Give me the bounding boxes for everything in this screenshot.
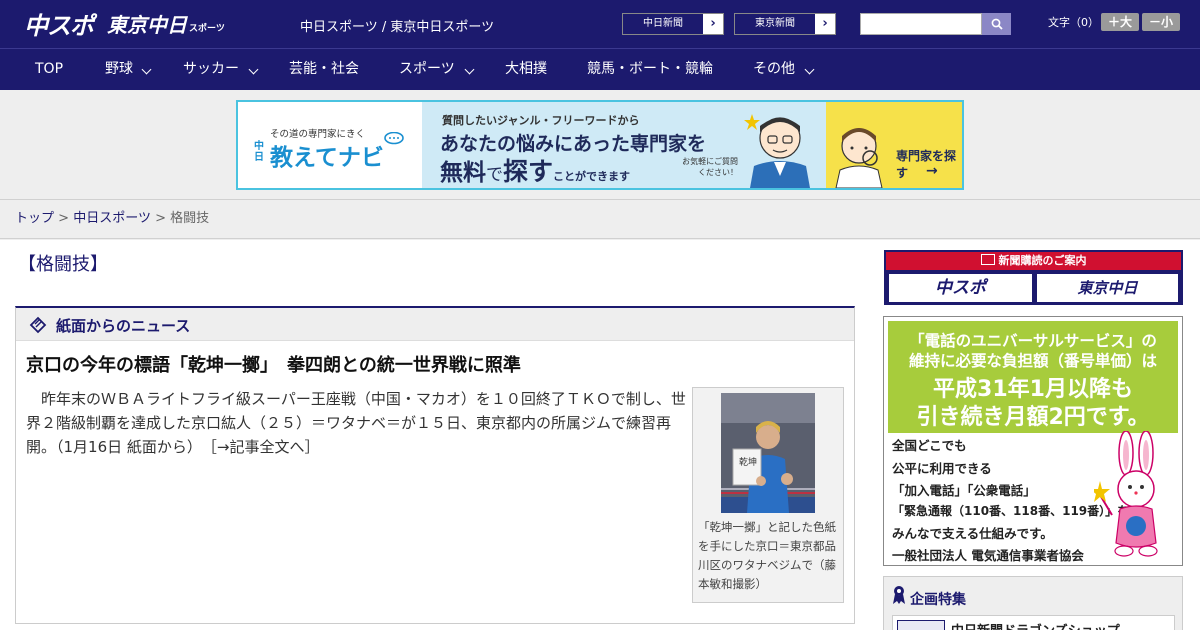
article-photo[interactable]: 乾坤: [721, 393, 815, 513]
feature-item-dragons-shop[interactable]: 中日新聞ドラゴンズショップ: [892, 615, 1175, 630]
breadcrumb-separator: >: [58, 211, 70, 226]
font-larger-button[interactable]: ＋大: [1101, 13, 1139, 31]
ad-headline-4: 引き続き月額2円です。: [916, 405, 1150, 430]
speech-bubble-icon: [384, 132, 404, 145]
logo-tokyo-chunichi: 東京中日: [107, 12, 187, 37]
banner-brand-prefix: 中日: [254, 141, 264, 163]
subscribe-tokyo-chunichi-button[interactable]: 東京中日: [1037, 274, 1178, 302]
nav-item-soccer[interactable]: サッカー: [183, 49, 239, 90]
article-title[interactable]: 京口の今年の標語「乾坤一擲」 拳四朗との統一世界戦に照準: [26, 351, 521, 377]
ad-headline-1: 「電話のユニバーサルサービス」の: [909, 332, 1157, 350]
article-more-link[interactable]: ［→記事全文へ］: [209, 438, 319, 456]
feature-label: 企画特集: [910, 592, 966, 608]
subscribe-chuspo-button[interactable]: 中スポ: [889, 274, 1032, 302]
main-nav: TOP 野球 サッカー 芸能・社会 スポーツ 大相撲 競馬・ボート・競輪 その他: [0, 48, 1200, 90]
site-logo[interactable]: 中スポ 東京中日 スポーツ: [24, 8, 225, 40]
logo-chuspo: 中スポ: [24, 11, 94, 40]
banner-cta[interactable]: 専門家を探す →: [826, 102, 962, 188]
rabbit-mascot-icon: [1094, 431, 1158, 557]
expert-illustration-icon: [744, 114, 810, 188]
nav-item-racing[interactable]: 競馬・ボート・競輪: [587, 49, 713, 90]
ad-line-5: みんなで支える仕組みです。: [892, 526, 1053, 541]
chevron-right-icon: ›: [822, 16, 828, 31]
ribbon-icon: [893, 586, 905, 604]
ad-banner-area: その道の専門家にきく 中日 教えてナビ 質問したいジャンル・フリーワードから あ…: [0, 90, 1200, 200]
newspaper-icon: [980, 254, 995, 265]
nav-item-other[interactable]: その他: [753, 49, 795, 90]
search-input[interactable]: [860, 13, 982, 35]
chevron-right-icon: ›: [710, 16, 716, 31]
header-title: 中日スポーツ / 東京中日スポーツ: [300, 20, 495, 35]
breadcrumb-separator: >: [155, 211, 166, 226]
nav-item-top[interactable]: TOP: [35, 49, 63, 90]
banner-line1: 質問したいジャンル・フリーワードから: [442, 114, 640, 127]
tokyo-shimbun-link[interactable]: 東京新聞 ›: [734, 13, 836, 35]
nav-item-baseball[interactable]: 野球: [105, 49, 133, 90]
chevron-down-icon: [141, 64, 152, 75]
feature-box: 企画特集 中日新聞ドラゴンズショップ: [883, 576, 1183, 630]
photo-caption: 「乾坤一擲」と記した色紙を手にした京口＝東京都品川区のワタナベジムで（藤本敏和撮…: [698, 520, 836, 591]
breadcrumb-section[interactable]: 中日スポーツ: [73, 211, 151, 226]
news-box-label: 紙面からのニュース: [56, 317, 191, 335]
article-photo-box: 乾坤 「乾坤一擲」と記した色紙を手にした京口＝東京都品川区のワタナベジムで（藤本…: [692, 387, 844, 603]
ad-line-3: 「加入電話」「公衆電話」: [892, 483, 1036, 498]
article-body: 昨年末のＷＢＡライトフライ級スーパー王座戦（中国・マカオ）を１０回終了ＴＫＯで制…: [26, 390, 686, 456]
ad-line-6: 一般社団法人 電気通信事業者協会: [892, 548, 1084, 563]
ad-line-2: 公平に利用できる: [892, 461, 992, 476]
banner-note: お気軽にご質問ください！: [682, 157, 738, 177]
shop-thumbnail: [897, 620, 945, 630]
banner-brand: その道の専門家にきく 中日 教えてナビ: [238, 102, 422, 188]
ad-line-1: 全国どこでも: [892, 438, 967, 453]
news-box-header: 紙面からのニュース: [16, 308, 854, 341]
ad-headline-2: 維持に必要な負担額（番号単価）は: [908, 352, 1157, 370]
subscription-box: 新聞購読のご案内 中スポ 東京中日: [884, 250, 1183, 305]
nav-item-entertainment[interactable]: 芸能・社会: [289, 49, 359, 90]
nav-item-sports[interactable]: スポーツ: [399, 49, 455, 90]
boxer-photo-illustration: 乾坤: [721, 393, 815, 513]
chevron-down-icon: [248, 64, 259, 75]
subscription-header: 新聞購読のご案内: [886, 252, 1181, 270]
banner-brand-name: 教えてナビ: [270, 145, 384, 171]
banner-message: 質問したいジャンル・フリーワードから あなたの悩みにあった専門家を 無料で探すこ…: [422, 102, 826, 188]
logo-sub: スポーツ: [189, 23, 225, 34]
arrow-right-icon: →: [926, 163, 938, 179]
breadcrumb-current: 格闘技: [170, 211, 210, 226]
thinking-person-icon: [835, 128, 883, 188]
oshiete-navi-banner[interactable]: その道の専門家にきく 中日 教えてナビ 質問したいジャンル・フリーワードから あ…: [236, 100, 964, 190]
chevron-down-icon: [464, 64, 475, 75]
font-size-label: 文字（0）: [1048, 16, 1099, 29]
svg-text:乾坤: 乾坤: [739, 456, 757, 468]
chevron-down-icon: [804, 64, 815, 75]
search-icon: [991, 18, 1003, 30]
universal-service-ad[interactable]: 「電話のユニバーサルサービス」の 維持に必要な負担額（番号単価）は 平成31年1…: [883, 316, 1183, 566]
page-title: 【格闘技】: [18, 254, 108, 275]
newspaper-icon: [29, 316, 47, 334]
news-box: 紙面からのニュース 京口の今年の標語「乾坤一擲」 拳四朗との統一世界戦に照準 昨…: [15, 306, 855, 624]
article-summary: 昨年末のＷＢＡライトフライ級スーパー王座戦（中国・マカオ）を１０回終了ＴＫＯで制…: [26, 387, 686, 459]
breadcrumb: トップ > 中日スポーツ > 格闘技: [0, 201, 1200, 239]
breadcrumb-home[interactable]: トップ: [15, 211, 54, 226]
banner-line3: 無料で探すことができます: [440, 157, 631, 186]
font-smaller-button[interactable]: －小: [1142, 13, 1180, 31]
chunichi-shimbun-link[interactable]: 中日新聞 ›: [622, 13, 724, 35]
site-header: 中スポ 東京中日 スポーツ 中日スポーツ / 東京中日スポーツ 中日新聞 › 東…: [0, 0, 1200, 48]
search-button[interactable]: [982, 13, 1011, 35]
ad-green-panel: 「電話のユニバーサルサービス」の 維持に必要な負担額（番号単価）は 平成31年1…: [888, 321, 1178, 563]
nav-item-sumo[interactable]: 大相撲: [505, 49, 547, 90]
